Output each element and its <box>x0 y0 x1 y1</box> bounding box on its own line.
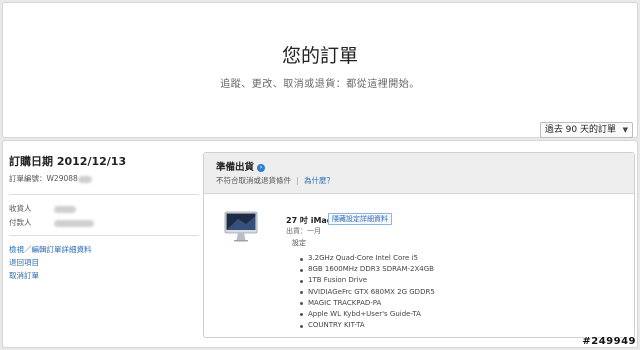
spec-list: 3.2GHz Quad-Core Intel Core i5 8GB 1600M… <box>300 253 435 331</box>
order-actions: 檢視／編輯訂單詳細資料 退回項目 取消訂單 <box>9 244 199 281</box>
order-summary: 訂購日期 2012/12/13 訂單編號：W29088 收貨人 付款人 檢視／編… <box>9 153 199 283</box>
product-name: 27 吋 iMac <box>286 216 332 225</box>
payer-row: 付款人 <box>9 217 199 228</box>
shipment-header: 準備出貨 › 不符合取消或退貨條件 為什麼？ <box>204 153 634 194</box>
list-item: 8GB 1600MHz DDR3 SDRAM-2X4GB <box>300 264 435 275</box>
order-number-label: 訂單編號： <box>9 174 47 183</box>
order-number-value: W29088 <box>46 174 78 183</box>
list-item: NVIDIAGeFrc GTX 680MX 2G GDDR5 <box>300 287 435 298</box>
info-icon[interactable]: › <box>257 163 266 172</box>
divider <box>9 194 199 195</box>
redacted-block <box>54 205 76 213</box>
list-item: MAGIC TRACKPAD-PA <box>300 298 435 309</box>
divider <box>9 235 199 236</box>
why-link[interactable]: 為什麼？ <box>304 176 334 185</box>
chevron-down-icon: ▼ <box>622 126 628 134</box>
separator <box>297 177 298 185</box>
view-edit-order-link[interactable]: 檢視／編輯訂單詳細資料 <box>9 244 199 255</box>
shipment-note: 不符合取消或退貨條件 為什麼？ <box>216 175 334 186</box>
order-date: 訂購日期 2012/12/13 <box>9 155 127 168</box>
page-title: 您的訂單 <box>281 45 358 67</box>
order-panel: 訂購日期 2012/12/13 訂單編號：W29088 收貨人 付款人 檢視／編… <box>2 140 638 348</box>
ship-date: 出貨：一月 <box>286 227 321 235</box>
redacted-block <box>54 219 94 227</box>
order-number: 訂單編號：W29088 <box>9 173 199 184</box>
page-subtitle: 追蹤、更改、取消或退貨：都從這裡開始。 <box>220 79 420 90</box>
recipient-label: 收貨人 <box>9 204 32 213</box>
list-item: 3.2GHz Quad-Core Intel Core i5 <box>300 253 435 264</box>
shipment-status-label: 準備出貨 <box>216 162 255 173</box>
shipment-note-text: 不符合取消或退貨條件 <box>216 176 291 185</box>
watermark: #249949 <box>582 336 636 347</box>
shipment-status: 準備出貨 › <box>216 159 266 173</box>
cancel-order-link[interactable]: 取消訂單 <box>9 270 199 281</box>
hide-config-button[interactable]: 隱藏設定詳細資料 <box>328 213 392 225</box>
list-item: 1TB Fusion Drive <box>300 275 435 286</box>
payer-label: 付款人 <box>9 218 32 227</box>
period-select-value: 過去 90 天的訂單 <box>544 125 616 135</box>
shipment-box: 準備出貨 › 不符合取消或退貨條件 為什麼？ 27 吋 iMac 隱藏設定詳細資料 … <box>203 152 635 338</box>
orders-header-panel: 您的訂單 追蹤、更改、取消或退貨：都從這裡開始。 過去 90 天的訂單 ▼ <box>2 2 638 138</box>
recipient-row: 收貨人 <box>9 203 199 214</box>
redacted-block <box>77 175 92 183</box>
imac-product-image <box>224 211 258 242</box>
list-item: Apple WL Kybd+User's Guide-TA <box>300 309 435 320</box>
config-label: 設定 <box>292 239 306 247</box>
list-item: COUNTRY KIT-TA <box>300 320 435 331</box>
order-period-select[interactable]: 過去 90 天的訂單 ▼ <box>539 122 633 138</box>
return-items-link[interactable]: 退回項目 <box>9 257 199 268</box>
